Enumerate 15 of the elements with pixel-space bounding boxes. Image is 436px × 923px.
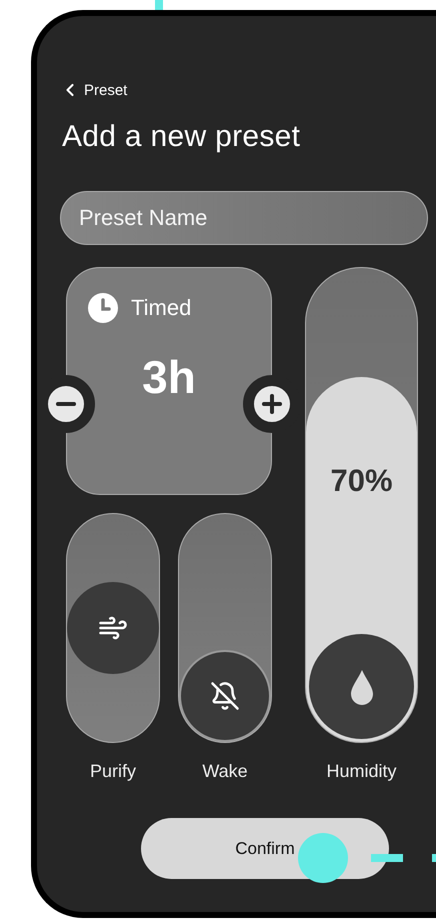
toggle-label: Purify [88, 761, 137, 782]
clock-icon [87, 292, 119, 324]
humidity-slider[interactable]: 70% [305, 267, 418, 743]
preset-name-field[interactable]: Preset Name [60, 191, 428, 245]
page-title: Add a new preset [62, 120, 302, 154]
humidity-reading: 70% [329, 463, 394, 500]
bell-off-icon [210, 681, 240, 711]
timer-value: 3h [142, 350, 196, 404]
humidity-label: Humidity [325, 761, 398, 782]
toggle-label: Wake [201, 761, 249, 782]
back-link[interactable]: Preset [60, 80, 128, 100]
plus-icon [262, 394, 282, 414]
minus-icon [56, 402, 76, 406]
droplet-icon [348, 668, 374, 704]
timer-label: Timed [131, 295, 192, 321]
